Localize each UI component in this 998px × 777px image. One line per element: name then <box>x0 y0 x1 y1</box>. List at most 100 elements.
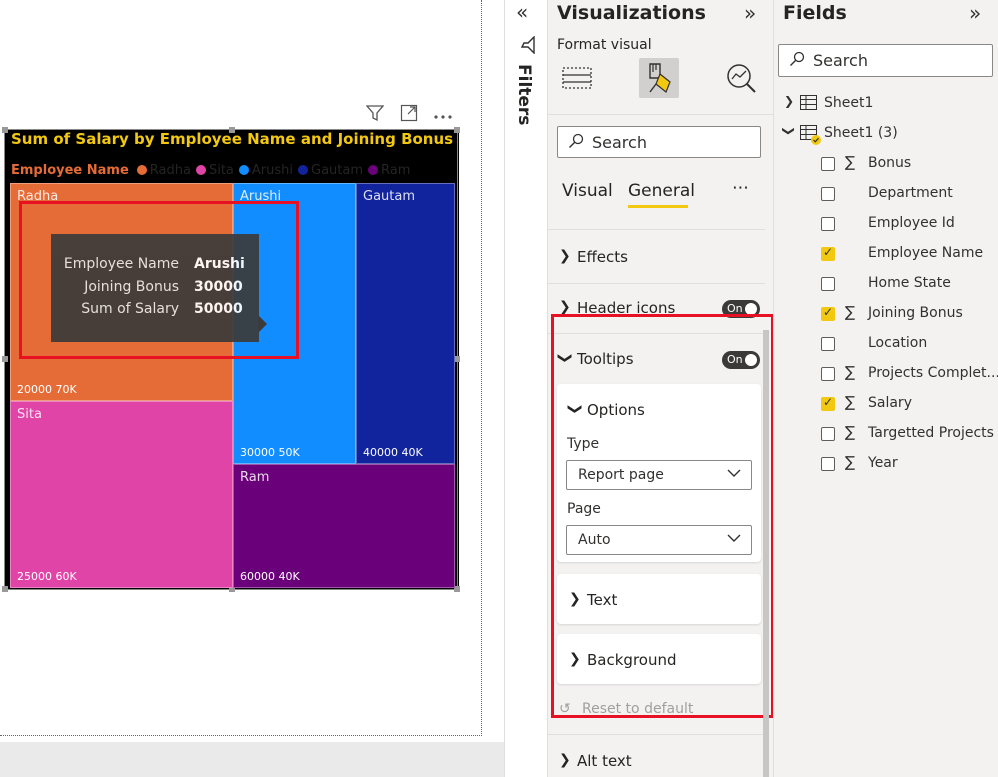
cell-value-label: 20000 70K <box>17 383 77 396</box>
filter-funnel-icon[interactable] <box>519 35 537 58</box>
table-node[interactable]: ❯ Sheet1 <box>784 93 984 115</box>
search-icon <box>789 51 805 71</box>
focus-mode-icon[interactable] <box>398 104 420 126</box>
legend-title: Employee Name <box>11 162 129 178</box>
table-icon <box>800 125 822 151</box>
pane-mode-switcher <box>557 58 765 100</box>
filters-label-text: Filters <box>514 64 534 126</box>
legend-item[interactable]: Ram <box>368 163 410 178</box>
field-checkbox[interactable] <box>821 305 835 321</box>
field-checkbox[interactable] <box>821 245 835 261</box>
resize-handle[interactable] <box>2 586 8 592</box>
table-name: Sheet1 (3) <box>824 125 898 141</box>
sigma-icon: ∑ <box>845 393 856 411</box>
legend-item[interactable]: Arushi <box>238 163 293 178</box>
visualizations-title: Visualizations <box>557 2 706 24</box>
field-checkbox[interactable] <box>821 427 835 441</box>
cell-value-label: 40000 40K <box>363 446 423 459</box>
field-name: Location <box>868 335 928 351</box>
cell-category-label: Sita <box>17 407 42 422</box>
section-label: Alt text <box>577 752 632 770</box>
section-effects[interactable]: ❯ Effects <box>547 240 765 276</box>
format-search-input[interactable]: Search <box>557 126 761 158</box>
resize-handle[interactable] <box>2 356 8 362</box>
legend-label: Sita <box>208 162 234 178</box>
expand-filters-icon[interactable]: « <box>516 0 528 24</box>
field-checkbox[interactable] <box>821 187 835 201</box>
legend: Employee Name Radha Sita Arushi Gautam R… <box>11 161 410 179</box>
sigma-icon: ∑ <box>845 423 856 441</box>
sigma-icon: ∑ <box>845 153 856 171</box>
table-node[interactable]: ❯ Sheet1 (3) <box>782 123 984 145</box>
field-checkbox[interactable] <box>821 217 835 231</box>
section-label: Effects <box>577 248 628 266</box>
collapse-fields-icon[interactable]: » <box>969 1 981 25</box>
cell-value-label: 60000 40K <box>240 570 300 583</box>
field-name: Department <box>868 185 953 201</box>
legend-label: Ram <box>381 162 411 178</box>
legend-marker <box>195 165 206 175</box>
legend-marker <box>136 165 147 175</box>
resize-handle[interactable] <box>454 127 460 133</box>
field-name: Year <box>868 455 898 471</box>
analytics-icon[interactable] <box>721 58 761 98</box>
sigma-icon: ∑ <box>845 453 856 471</box>
format-visual-icon[interactable] <box>639 58 679 98</box>
page-tabs-bar <box>0 742 504 777</box>
field-item[interactable]: Employee Id <box>821 213 996 235</box>
tab-visual[interactable]: Visual <box>562 181 613 201</box>
collapse-visualizations-icon[interactable]: » <box>744 1 756 25</box>
treemap-cell-gautam[interactable]: Gautam 40000 40K <box>356 183 455 464</box>
cell-category-label: Gautam <box>363 189 416 204</box>
field-checkbox[interactable] <box>821 395 835 411</box>
field-item[interactable]: Employee Name <box>821 243 996 265</box>
treemap-cell-sita[interactable]: Sita 25000 60K <box>10 401 233 588</box>
more-tabs-button[interactable]: ⋯ <box>732 178 749 198</box>
field-item[interactable]: ∑ Salary <box>821 393 996 415</box>
treemap-cell-ram[interactable]: Ram 60000 40K <box>233 464 455 588</box>
build-visual-icon[interactable] <box>557 58 597 98</box>
more-options-icon[interactable] <box>432 104 454 126</box>
field-item[interactable]: Department <box>821 183 996 205</box>
field-item[interactable]: Location <box>821 333 996 355</box>
cell-value-label: 30000 50K <box>240 446 300 459</box>
format-visual-label: Format visual <box>557 37 652 53</box>
field-item[interactable]: ∑ Bonus <box>821 153 996 175</box>
field-checkbox[interactable] <box>821 367 835 381</box>
section-alt-text[interactable]: ❯ Alt text <box>547 743 765 777</box>
sigma-icon: ∑ <box>845 303 856 321</box>
field-checkbox[interactable] <box>821 277 835 291</box>
cell-category-label: Ram <box>240 470 270 485</box>
resize-handle[interactable] <box>2 127 8 133</box>
legend-item[interactable]: Radha <box>136 163 191 178</box>
legend-item[interactable]: Sita <box>195 162 234 178</box>
field-item[interactable]: ∑ Year <box>821 453 996 475</box>
chevron-right-icon: ❯ <box>784 94 795 108</box>
chevron-right-icon: ❯ <box>559 752 571 768</box>
field-checkbox[interactable] <box>821 157 835 171</box>
field-item[interactable]: ∑ Joining Bonus <box>821 303 996 325</box>
search-icon <box>568 133 584 153</box>
legend-item[interactable]: Gautam <box>298 163 363 178</box>
section-divider <box>547 229 765 230</box>
field-item[interactable]: ∑ Projects Complet... <box>821 363 998 385</box>
chevron-right-icon: ❯ <box>559 299 571 315</box>
field-name: Joining Bonus <box>868 305 963 321</box>
search-placeholder: Search <box>813 51 868 70</box>
fields-search-input[interactable]: Search <box>778 44 993 77</box>
visual-title: Sum of Salary by Employee Name and Joini… <box>11 130 454 148</box>
chevron-right-icon: ❯ <box>559 248 571 264</box>
legend-marker <box>368 165 379 175</box>
field-item[interactable]: ∑ Targetted Projects <box>821 423 996 445</box>
field-item[interactable]: Home State <box>821 273 996 295</box>
filter-icon[interactable] <box>364 104 386 126</box>
pane-divider <box>547 114 773 115</box>
field-checkbox[interactable] <box>821 337 835 351</box>
active-tab-indicator <box>628 205 688 208</box>
field-checkbox[interactable] <box>821 457 835 471</box>
legend-marker <box>238 165 249 175</box>
legend-label: Gautam <box>311 162 364 178</box>
pane-scrollbar[interactable] <box>763 330 769 777</box>
tab-general[interactable]: General <box>628 181 695 201</box>
filters-label[interactable]: Filters <box>512 64 538 134</box>
